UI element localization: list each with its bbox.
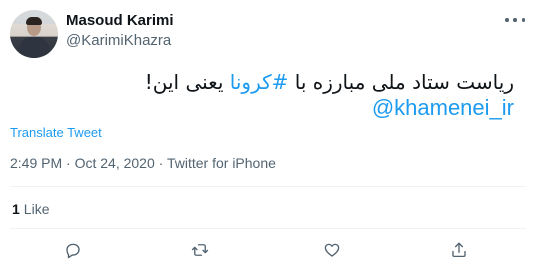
reply-icon[interactable]: [63, 240, 83, 260]
author-handle[interactable]: @KarimiKhazra: [66, 32, 171, 49]
tweet-text-after: یعنی این!: [144, 70, 230, 94]
tweet-text-before: ریاست ستاد ملی مبارزه با: [288, 70, 514, 94]
meta-separator: ·: [62, 155, 75, 171]
retweet-icon[interactable]: [190, 240, 210, 260]
tweet-source[interactable]: Twitter for iPhone: [167, 155, 276, 171]
tweet-date[interactable]: Oct 24, 2020: [75, 155, 155, 171]
avatar[interactable]: [10, 10, 58, 58]
likes-count: 1: [12, 201, 20, 217]
action-bar: [0, 236, 536, 262]
mention-link[interactable]: @khamenei_ir: [372, 95, 514, 121]
share-icon[interactable]: [449, 240, 469, 260]
translate-tweet-link[interactable]: Translate Tweet: [10, 125, 102, 140]
heart-icon[interactable]: [322, 240, 342, 260]
likes-stat[interactable]: 1 Like: [12, 201, 49, 217]
meta-separator: ·: [154, 155, 167, 171]
likes-label: Like: [23, 201, 50, 217]
hashtag-link[interactable]: #کرونا: [230, 70, 289, 94]
divider: [10, 186, 526, 187]
more-dots-icon[interactable]: [505, 14, 525, 26]
divider: [10, 228, 526, 229]
tweet-meta: 2:49 PM · Oct 24, 2020 · Twitter for iPh…: [10, 155, 276, 171]
tweet-time[interactable]: 2:49 PM: [10, 155, 62, 171]
tweet-text: ریاست ستاد ملی مبارزه با #کرونا یعنی این…: [14, 68, 514, 96]
author-name[interactable]: Masoud Karimi: [66, 12, 174, 29]
